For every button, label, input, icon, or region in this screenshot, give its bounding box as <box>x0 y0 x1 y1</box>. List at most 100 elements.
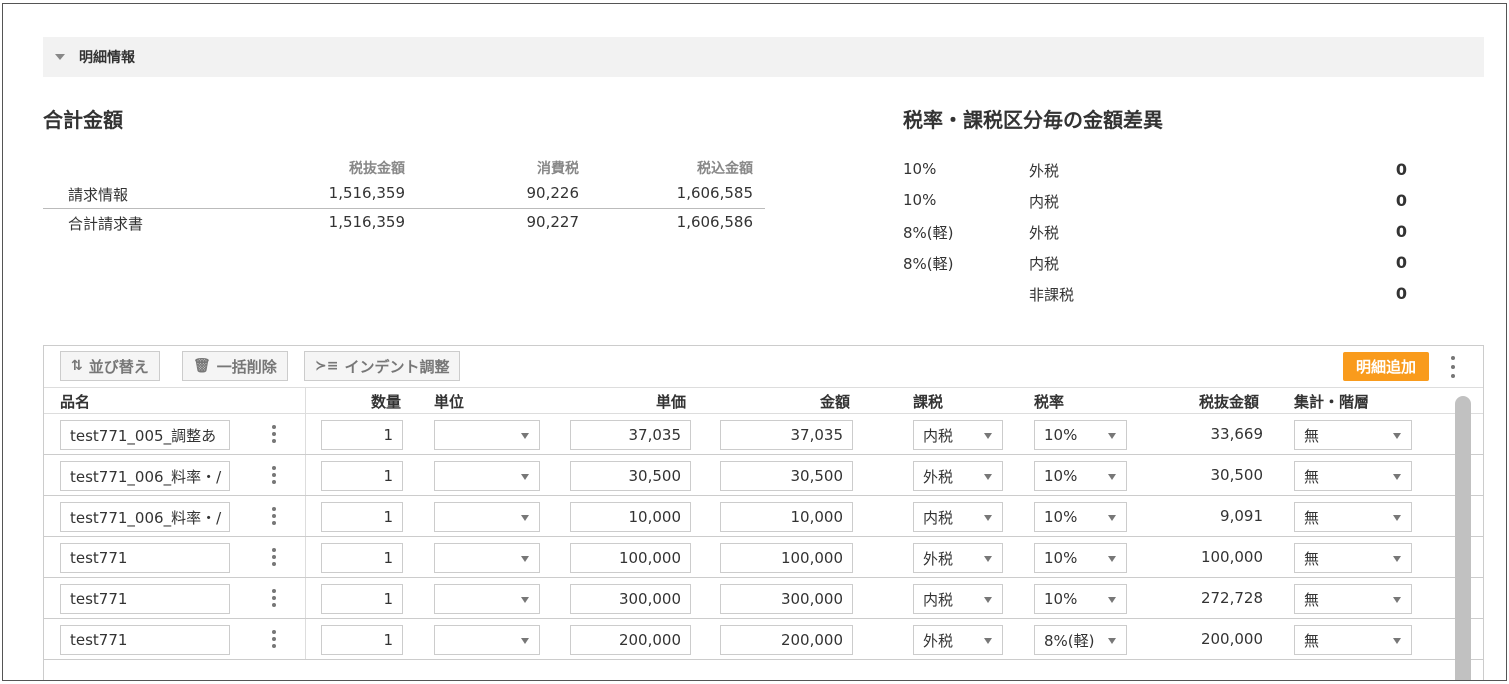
amount-input[interactable]: 37,035 <box>720 420 853 450</box>
tax-rate-select[interactable]: 10% <box>1034 461 1127 491</box>
amount-input[interactable]: 200,000 <box>720 625 853 655</box>
diff-value: 0 <box>1395 253 1407 272</box>
agg-select[interactable]: 無 <box>1294 543 1412 573</box>
amount-input[interactable]: 300,000 <box>720 584 853 614</box>
amount-input[interactable]: 10,000 <box>720 502 853 532</box>
dropdown-arrow-icon <box>1393 474 1401 480</box>
col-price[interactable]: 単価 <box>656 391 686 412</box>
totals-row-tax: 90,227 <box>526 213 580 231</box>
totals-col-incl: 税込金額 <box>697 161 753 177</box>
unit-select[interactable] <box>434 420 540 450</box>
totals-row: 請求情報 1,516,359 90,226 1,606,585 <box>43 180 765 208</box>
amount-input[interactable]: 100,000 <box>720 543 853 573</box>
row-menu-icon[interactable] <box>268 546 280 568</box>
agg-value: 無 <box>1304 631 1320 650</box>
grid-body: test771_005_調整あ 1 37,035 37,035 内税 10% 3… <box>44 414 1483 660</box>
sort-button[interactable]: ⇅ 並び替え <box>60 351 160 381</box>
diff-row: 非課税 0 <box>903 280 1413 311</box>
col-name[interactable]: 品名 <box>60 391 90 412</box>
row-menu-icon[interactable] <box>268 423 280 445</box>
unit-select[interactable] <box>434 461 540 491</box>
tax-type-select[interactable]: 外税 <box>913 543 1003 573</box>
item-name-input[interactable]: test771 <box>60 543 230 573</box>
totals-row-excl: 1,516,359 <box>328 184 405 202</box>
amount-input[interactable]: 30,500 <box>720 461 853 491</box>
col-qty[interactable]: 数量 <box>371 391 401 412</box>
dropdown-arrow-icon <box>984 515 992 521</box>
agg-value: 無 <box>1304 508 1320 527</box>
dropdown-arrow-icon <box>1393 556 1401 562</box>
price-input[interactable]: 200,000 <box>570 625 691 655</box>
item-name-input[interactable]: test771 <box>60 584 230 614</box>
tax-rate-select[interactable]: 10% <box>1034 543 1127 573</box>
dropdown-arrow-icon <box>984 433 992 439</box>
tax-rate-select[interactable]: 8%(軽) <box>1034 625 1127 655</box>
agg-value: 無 <box>1304 549 1320 568</box>
qty-input[interactable]: 1 <box>321 625 403 655</box>
table-row: test771_005_調整あ 1 37,035 37,035 内税 10% 3… <box>44 414 1483 455</box>
tax-type-value: 内税 <box>923 426 954 445</box>
indent-button[interactable]: ≻≡ インデント調整 <box>304 351 461 381</box>
price-input[interactable]: 10,000 <box>570 502 691 532</box>
tax-type-select[interactable]: 外税 <box>913 625 1003 655</box>
tax-rate-value: 10% <box>1044 426 1078 444</box>
collapse-caret-icon[interactable] <box>55 54 65 60</box>
row-menu-icon[interactable] <box>268 628 280 650</box>
qty-input[interactable]: 1 <box>321 543 403 573</box>
row-menu-icon[interactable] <box>268 464 280 486</box>
diff-rate: 10% <box>903 191 937 209</box>
col-unit[interactable]: 単位 <box>434 391 464 412</box>
price-input[interactable]: 300,000 <box>570 584 691 614</box>
diff-table: 10% 外税 0 10% 内税 0 8%(軽) 外税 0 8%(軽) 内税 0 … <box>903 156 1413 311</box>
item-name-input[interactable]: test771_006_料率・/ <box>60 502 230 532</box>
item-name-input[interactable]: test771_005_調整あ <box>60 420 230 450</box>
col-excl[interactable]: 税抜金額 <box>1199 391 1259 412</box>
qty-input[interactable]: 1 <box>321 502 403 532</box>
dropdown-arrow-icon <box>1393 515 1401 521</box>
add-line-button[interactable]: 明細追加 <box>1343 352 1429 381</box>
agg-select[interactable]: 無 <box>1294 625 1412 655</box>
row-menu-icon[interactable] <box>268 505 280 527</box>
dropdown-arrow-icon <box>1393 597 1401 603</box>
unit-select[interactable] <box>434 543 540 573</box>
indent-icon: ≻≡ <box>315 358 339 374</box>
qty-input[interactable]: 1 <box>321 584 403 614</box>
excl-amount: 100,000 <box>1200 548 1263 566</box>
unit-select[interactable] <box>434 502 540 532</box>
tax-rate-select[interactable]: 10% <box>1034 420 1127 450</box>
totals-row-label: 請求情報 <box>68 186 129 204</box>
price-input[interactable]: 30,500 <box>570 461 691 491</box>
agg-select[interactable]: 無 <box>1294 502 1412 532</box>
tax-type-select[interactable]: 内税 <box>913 420 1003 450</box>
qty-input[interactable]: 1 <box>321 420 403 450</box>
tax-type-select[interactable]: 外税 <box>913 461 1003 491</box>
tax-type-select[interactable]: 内税 <box>913 502 1003 532</box>
bulk-delete-button[interactable]: 🗑 一括削除 <box>182 351 288 381</box>
section-header[interactable]: 明細情報 <box>43 37 1484 77</box>
price-input[interactable]: 37,035 <box>570 420 691 450</box>
dropdown-arrow-icon <box>1108 597 1116 603</box>
price-input[interactable]: 100,000 <box>570 543 691 573</box>
line-items-grid: ⇅ 並び替え 🗑 一括削除 ≻≡ インデント調整 明細追加 品名 数量 単位 単… <box>43 345 1484 680</box>
agg-select[interactable]: 無 <box>1294 420 1412 450</box>
tax-type-value: 外税 <box>923 467 954 486</box>
tax-rate-select[interactable]: 10% <box>1034 584 1127 614</box>
unit-select[interactable] <box>434 584 540 614</box>
col-tax-rate[interactable]: 税率 <box>1034 391 1064 412</box>
sort-icon: ⇅ <box>71 358 83 374</box>
col-tax-type[interactable]: 課税 <box>913 391 943 412</box>
unit-select[interactable] <box>434 625 540 655</box>
col-amount[interactable]: 金額 <box>820 391 850 412</box>
agg-select[interactable]: 無 <box>1294 584 1412 614</box>
qty-input[interactable]: 1 <box>321 461 403 491</box>
more-menu-icon[interactable] <box>1445 354 1461 380</box>
agg-select[interactable]: 無 <box>1294 461 1412 491</box>
item-name-input[interactable]: test771 <box>60 625 230 655</box>
tax-rate-select[interactable]: 10% <box>1034 502 1127 532</box>
item-name-input[interactable]: test771_006_料率・/ <box>60 461 230 491</box>
col-agg[interactable]: 集計・階層 <box>1294 391 1369 412</box>
grid-scrollbar[interactable] <box>1455 396 1471 680</box>
row-menu-icon[interactable] <box>268 587 280 609</box>
tax-type-select[interactable]: 内税 <box>913 584 1003 614</box>
agg-value: 無 <box>1304 467 1320 486</box>
